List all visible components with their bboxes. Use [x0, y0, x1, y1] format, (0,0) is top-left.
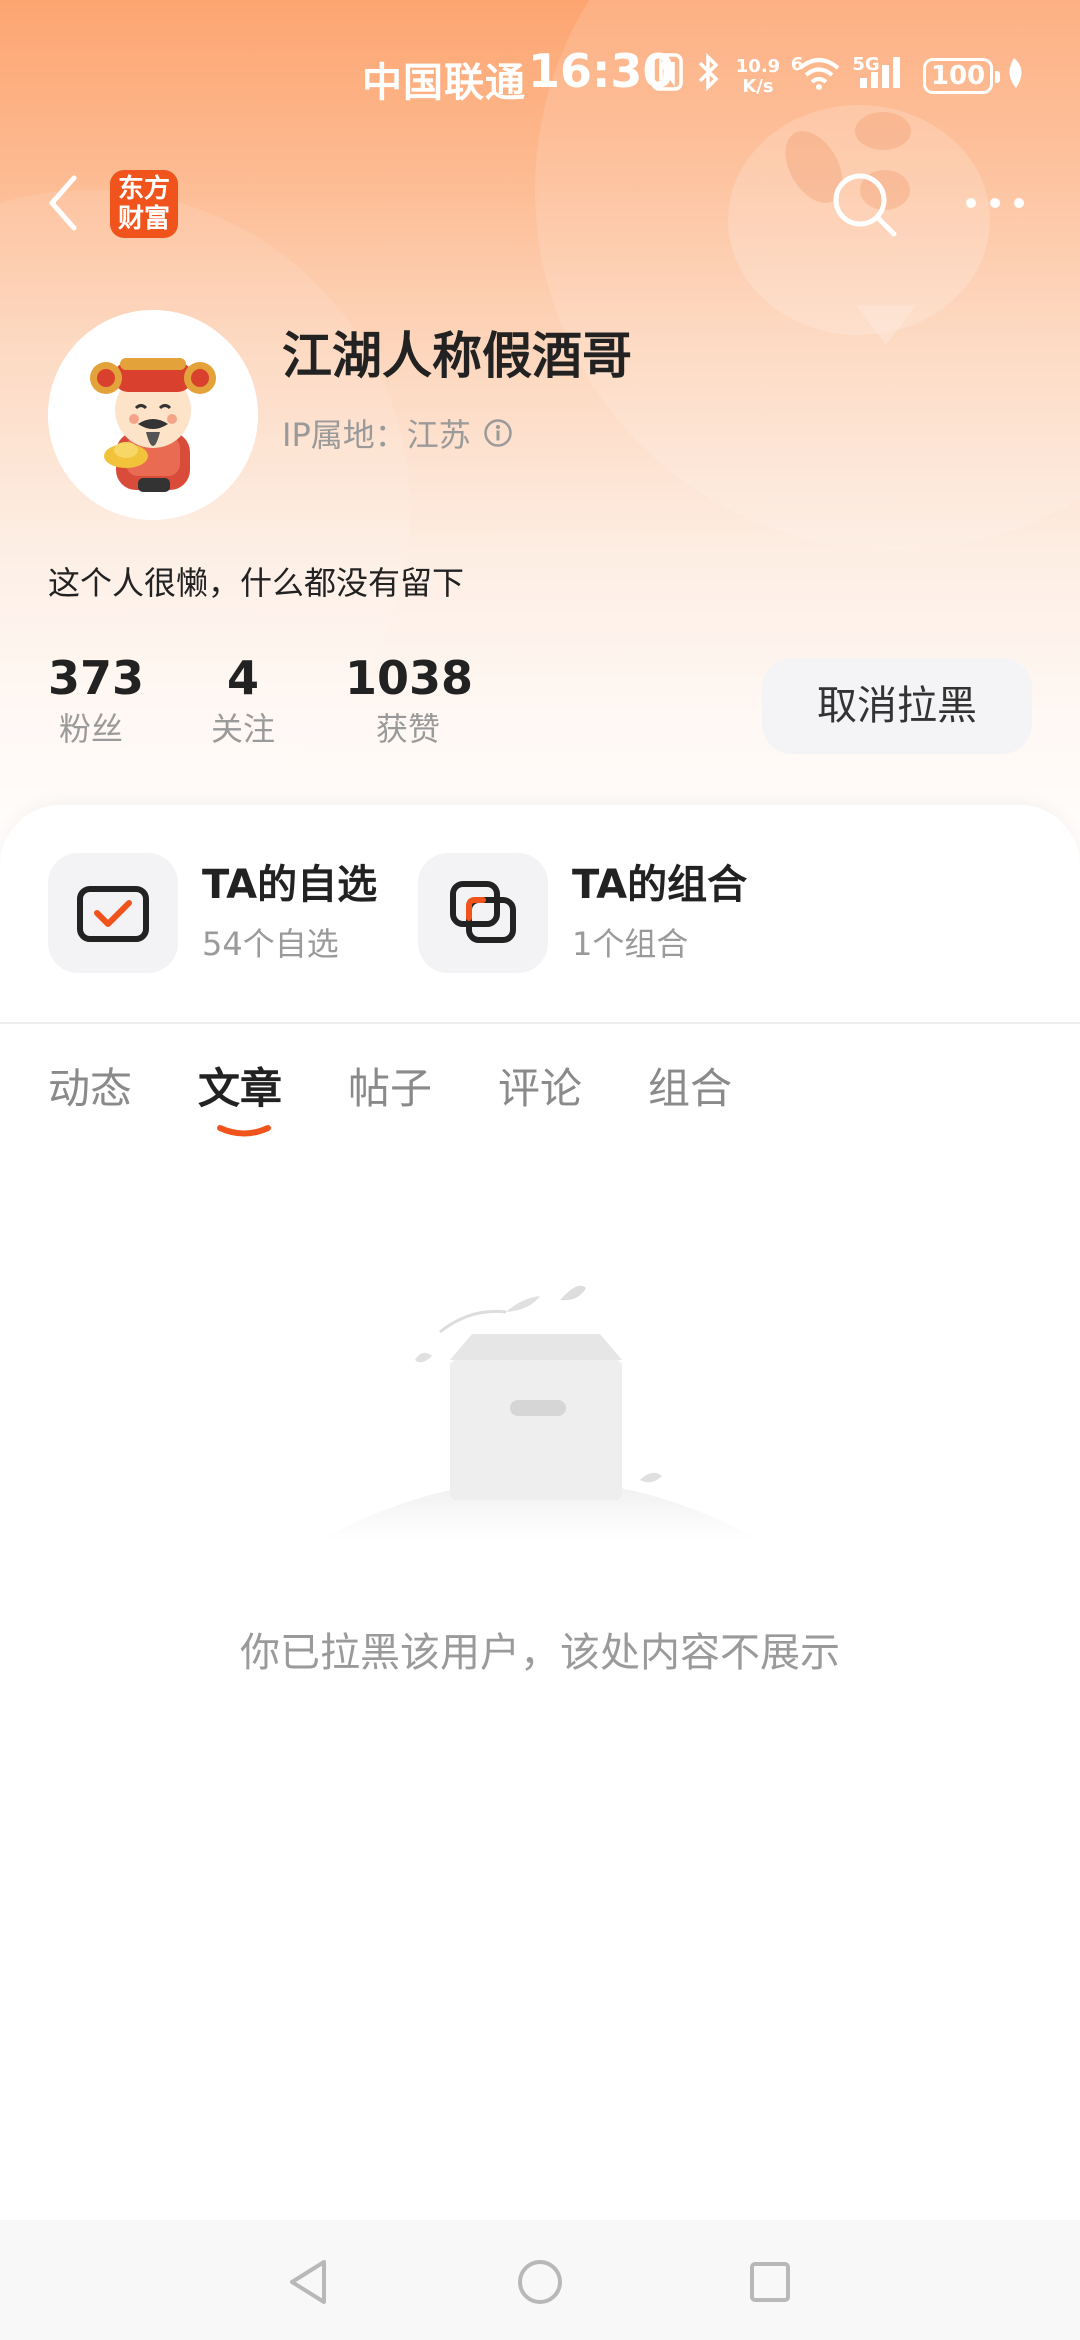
stat-following[interactable]: 4 关注 — [200, 650, 286, 752]
nav-home-icon[interactable] — [516, 2258, 564, 2306]
ta-watchlist-count: 54个自选 — [202, 925, 339, 963]
empty-box-illustration — [320, 1285, 760, 1540]
ta-portfolio-title: TA的组合 — [572, 862, 748, 908]
stat-followers[interactable]: 373 粉丝 — [48, 650, 145, 752]
logo-line1: 东方 — [117, 174, 170, 204]
ta-portfolio-count: 1个组合 — [572, 925, 689, 963]
stat-likes-value: 1038 — [345, 651, 474, 705]
portfolio-icon — [418, 853, 548, 973]
blocked-content-message: 你已拉黑该用户，该处内容不展示 — [240, 1630, 840, 1676]
more-button[interactable] — [962, 188, 1028, 218]
logo-line2: 财富 — [117, 204, 170, 234]
stat-followers-label: 粉丝 — [58, 710, 123, 748]
fortune-god-avatar-icon — [48, 310, 258, 520]
ta-watchlist-title: TA的自选 — [202, 862, 378, 908]
tab-bar: 动态 文章 帖子 评论 组合 — [0, 1055, 1080, 1135]
search-button[interactable] — [828, 168, 900, 240]
tab-portfolios[interactable]: 组合 — [648, 1055, 732, 1116]
ta-portfolio-entry[interactable]: TA的组合 1个组合 — [418, 853, 747, 973]
tab-comments[interactable]: 评论 — [498, 1055, 582, 1116]
nav-recents-icon[interactable] — [748, 2258, 792, 2306]
carrier-label: 中国联通 — [362, 60, 526, 106]
ip-location-text: IP属地：江苏 — [282, 416, 471, 454]
tab-activity[interactable]: 动态 — [48, 1055, 132, 1116]
stat-followers-value: 373 — [48, 651, 145, 705]
nav-back-icon[interactable] — [286, 2258, 330, 2306]
checkbox-icon — [48, 853, 178, 973]
back-arrow-icon — [49, 175, 77, 231]
active-tab-indicator — [217, 1125, 271, 1137]
stat-following-value: 4 — [226, 651, 259, 705]
cell-signal-icon — [856, 52, 914, 96]
ip-location-row: IP属地：江苏 — [282, 410, 513, 456]
network-speed-unit: K/s — [742, 76, 774, 97]
system-nav-bar — [0, 2220, 1080, 2340]
network-speed-value: 10.9 — [735, 56, 781, 77]
back-button[interactable] — [40, 168, 90, 238]
battery-indicator: 100 — [923, 58, 1000, 94]
divider — [0, 1022, 1080, 1024]
stat-likes-label: 获赞 — [375, 710, 440, 748]
leaf-icon — [1004, 52, 1028, 96]
nfc-icon — [650, 52, 684, 96]
avatar[interactable] — [48, 310, 258, 520]
wifi-icon — [796, 52, 842, 96]
app-logo: 东方 财富 — [110, 170, 178, 238]
status-bar: 中国联通 16:30 10.9 K/s 6 5G 100 — [0, 40, 1080, 120]
profile-screen: 中国联通 16:30 10.9 K/s 6 5G 100 东方 财富 江湖人称假… — [0, 0, 1080, 2340]
username: 江湖人称假酒哥 — [282, 327, 632, 385]
search-icon — [833, 173, 897, 237]
bio: 这个人很懒，什么都没有留下 — [48, 564, 465, 602]
content-card: TA的自选 54个自选 TA的组合 1个组合 动态 文章 帖子 评论 组合 — [0, 805, 1080, 2340]
stat-likes[interactable]: 1038 获赞 — [345, 650, 474, 752]
info-icon[interactable] — [483, 418, 513, 448]
tab-articles[interactable]: 文章 — [198, 1055, 282, 1116]
more-dots-icon — [966, 198, 1024, 208]
tab-posts[interactable]: 帖子 — [348, 1055, 432, 1116]
unblock-button[interactable]: 取消拉黑 — [762, 658, 1032, 754]
stat-following-label: 关注 — [210, 710, 275, 748]
bluetooth-icon — [696, 52, 722, 96]
ta-watchlist-entry[interactable]: TA的自选 54个自选 — [48, 853, 377, 973]
